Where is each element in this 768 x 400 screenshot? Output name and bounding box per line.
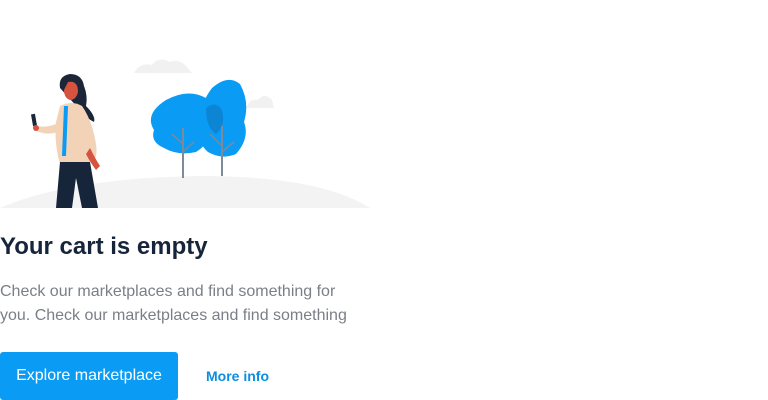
ground	[0, 176, 370, 208]
more-info-link[interactable]: More info	[206, 352, 269, 400]
explore-marketplace-button[interactable]: Explore marketplace	[0, 352, 178, 400]
cloud-right	[246, 96, 274, 108]
cloud-left	[134, 59, 192, 73]
tree-right	[200, 79, 247, 176]
woman-figure	[30, 74, 100, 208]
empty-cart-page: Your cart is empty Check our marketplace…	[0, 0, 768, 400]
empty-state-title: Your cart is empty	[0, 233, 208, 260]
empty-state-description: Check our marketplaces and find somethin…	[0, 283, 347, 324]
empty-cart-illustration	[0, 59, 370, 208]
